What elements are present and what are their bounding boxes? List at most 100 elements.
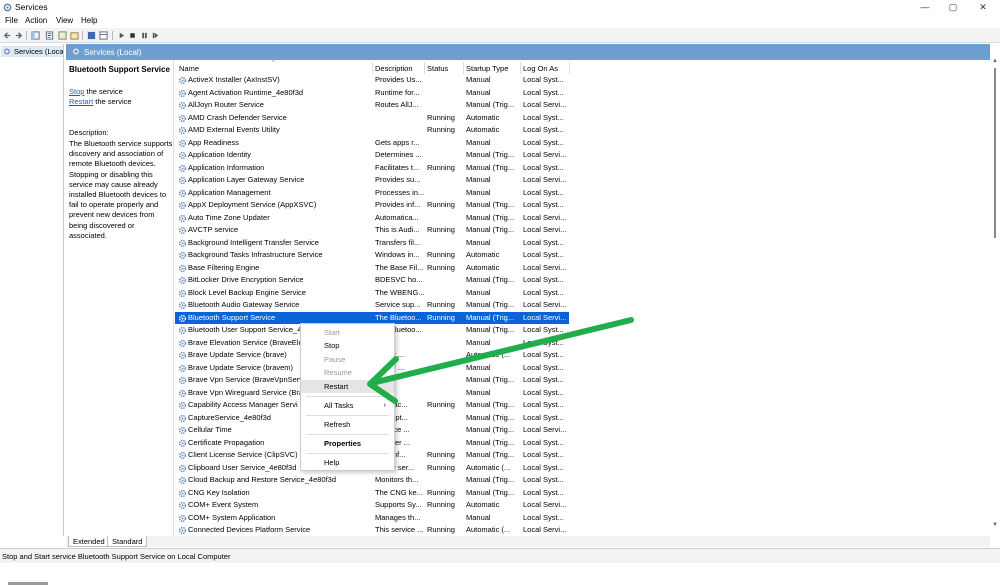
table-row[interactable]: BitLocker Drive Encryption Service BDESVC… (175, 274, 569, 287)
table-row[interactable]: AppX Deployment Service (AppXSVC) Provide… (175, 199, 569, 212)
table-row[interactable]: Background Tasks Infrastructure Service W… (175, 249, 569, 262)
table-row[interactable]: ActiveX Installer (AxInstSV) Provides Us.… (175, 74, 569, 87)
tree-item-label: Services (Loca (14, 47, 63, 56)
vertical-scrollbar[interactable]: ▲ ▼ (990, 44, 1000, 536)
column-divider[interactable] (520, 62, 521, 74)
stop-icon[interactable] (128, 31, 137, 40)
maximize-button[interactable]: ▢ (938, 0, 968, 15)
table-row[interactable]: Cloud Backup and Restore Service_4e80f3d… (175, 474, 569, 487)
pause-icon[interactable] (140, 31, 149, 40)
service-startup-type: Manual (Trig... (466, 150, 515, 159)
table-row[interactable]: AMD External Events Utility Running Automa… (175, 124, 569, 137)
table-row[interactable]: AllJoyn Router Service Routes AllJ... Manu… (175, 99, 569, 112)
service-startup-type: Manual (466, 362, 491, 372)
table-row[interactable]: Application Layer Gateway Service Provide… (175, 174, 569, 187)
forward-icon[interactable] (14, 31, 23, 40)
service-startup-type: Automatic (466, 112, 500, 122)
table-row[interactable]: Auto Time Zone Updater Automatica... Manua… (175, 212, 569, 225)
table-row[interactable]: Application Identity Determines ... Manual… (175, 149, 569, 162)
menu-action[interactable]: Action (25, 16, 47, 25)
context-menu-pause[interactable]: Pause (301, 353, 394, 366)
context-menu-properties[interactable]: Properties (301, 437, 394, 450)
export-icon[interactable] (70, 31, 79, 40)
service-startup-type: Manual (Trig... (466, 412, 515, 422)
scroll-down-icon[interactable]: ▼ (992, 522, 998, 528)
service-log-on-as: Local Syst... (523, 437, 564, 447)
service-log-on-as: Local Syst... (523, 75, 564, 84)
service-description: The CNG ke... (375, 487, 423, 497)
stop-service-link[interactable]: Stop (69, 87, 84, 96)
column-header-status[interactable]: Status (427, 64, 448, 73)
table-row[interactable]: Agent Activation Runtime_4e80f3d Runtime … (175, 87, 569, 100)
table-row[interactable]: Connected Devices Platform Service This s… (175, 524, 569, 536)
service-log-on-as: Local Servi... (523, 262, 567, 272)
column-header-log-on-as[interactable]: Log On As (523, 64, 558, 73)
context-menu-restart[interactable]: Restart (301, 380, 394, 393)
column-divider[interactable] (424, 62, 425, 74)
table-row[interactable]: Background Intelligent Transfer Service T… (175, 237, 569, 250)
table-row[interactable]: Application Management Processes in... Man… (175, 187, 569, 200)
table-row[interactable]: Application Information Facilitates t... R… (175, 162, 569, 175)
menu-view[interactable]: View (56, 16, 73, 25)
context-menu-resume[interactable]: Resume (301, 366, 394, 379)
play-icon[interactable] (117, 31, 126, 40)
column-divider[interactable] (569, 62, 570, 74)
menu-help[interactable]: Help (81, 16, 97, 25)
column-divider[interactable] (463, 62, 464, 74)
table-row[interactable]: Block Level Backup Engine Service The WBE… (175, 287, 569, 300)
context-menu-start[interactable]: Start (301, 326, 394, 339)
service-log-on-as: Local Syst... (523, 125, 564, 134)
service-startup-type: Manual (Trig... (466, 475, 515, 484)
service-startup-type: Automatic (466, 125, 500, 134)
service-name: Bluetooth Audio Gateway Service (188, 300, 300, 309)
menu-file[interactable]: File (5, 16, 18, 25)
service-startup-type: Manual (Trig... (466, 100, 515, 109)
context-menu-help[interactable]: Help (301, 456, 394, 469)
context-menu-refresh[interactable]: Refresh (301, 418, 394, 431)
console-tree-icon[interactable] (31, 31, 40, 40)
context-menu-stop[interactable]: Stop (301, 339, 394, 352)
table-row[interactable]: COM+ Event System Supports Sy... Running Au… (175, 499, 569, 512)
service-startup-type: Automatic (... (466, 462, 511, 472)
service-description: Transfers fil... (375, 237, 421, 247)
column-header-description[interactable]: Description (375, 64, 413, 73)
scrollbar-thumb[interactable] (994, 68, 996, 238)
back-icon[interactable] (3, 31, 12, 40)
table-row[interactable]: AVCTP service This is Audi... Running Manua… (175, 224, 569, 237)
restart-icon[interactable] (151, 31, 160, 40)
minimize-button[interactable]: — (910, 0, 940, 15)
context-menu-all-tasks[interactable]: All Tasks › (301, 399, 394, 412)
service-description: Determines ... (375, 150, 422, 159)
restart-service-link[interactable]: Restart (69, 97, 93, 106)
toolbar-separator (26, 31, 27, 40)
table-row[interactable]: CNG Key Isolation The CNG ke... Running Man… (175, 487, 569, 500)
table-row[interactable]: AMD Crash Defender Service Running Automat… (175, 112, 569, 125)
gear-icon (178, 89, 187, 97)
service-startup-type: Manual (Trig... (466, 275, 515, 284)
close-button[interactable]: ✕ (968, 0, 998, 15)
table-row[interactable]: App Readiness Gets apps r... Manual Local S… (175, 137, 569, 150)
column-header-name[interactable]: Name (179, 64, 199, 73)
service-startup-type: Manual (Trig... (466, 437, 515, 447)
table-row[interactable]: COM+ System Application Manages th... Manu… (175, 512, 569, 525)
service-log-on-as: Local Syst... (523, 362, 564, 372)
gear-icon (178, 114, 187, 122)
column-divider[interactable] (372, 62, 373, 74)
scroll-up-icon[interactable]: ▲ (992, 58, 998, 64)
gear-icon (178, 151, 187, 160)
tab-extended[interactable]: Extended (68, 536, 110, 547)
table-row[interactable]: Base Filtering Engine The Base Fil... Runn… (175, 262, 569, 275)
tab-standard[interactable]: Standard (107, 536, 148, 547)
gear-icon (178, 476, 187, 485)
table-row[interactable]: Bluetooth Audio Gateway Service Service s… (175, 299, 569, 312)
properties-icon[interactable] (45, 31, 54, 40)
service-name: Application Information (188, 162, 265, 172)
service-log-on-as: Local Syst... (523, 187, 564, 197)
view-icon[interactable] (99, 31, 108, 40)
help-icon[interactable] (87, 31, 96, 40)
refresh-icon[interactable] (58, 31, 67, 40)
tree-item-services-local[interactable]: Services (Loca (1, 46, 63, 57)
service-status: Running (427, 262, 455, 272)
column-header-startup-type[interactable]: Startup Type (466, 64, 508, 73)
service-log-on-as: Local Syst... (523, 475, 564, 484)
